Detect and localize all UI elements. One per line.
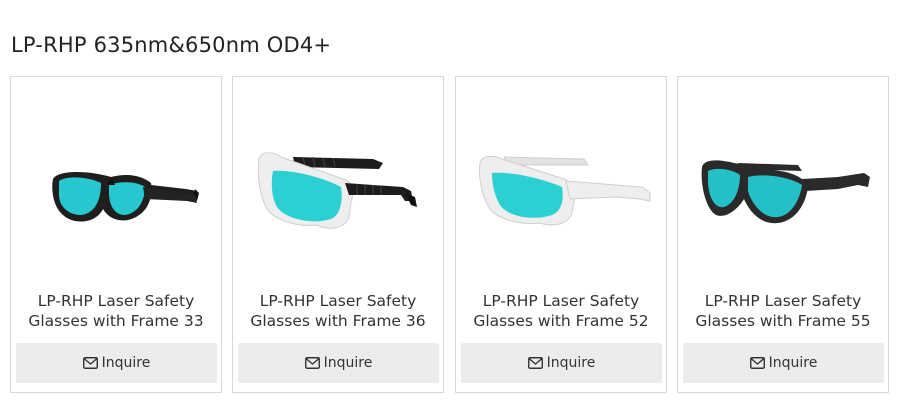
safety-glasses-image	[52, 172, 199, 222]
inquire-button[interactable]: Inquire	[683, 343, 884, 383]
inquire-button-label: Inquire	[323, 355, 373, 371]
product-image-link[interactable]	[233, 77, 443, 282]
inquire-button[interactable]: Inquire	[238, 343, 439, 383]
safety-glasses-image	[257, 152, 417, 229]
envelope-icon	[527, 357, 543, 369]
inquire-button[interactable]: Inquire	[16, 343, 217, 383]
product-name[interactable]: LP-RHP Laser Safety Glasses with Frame 3…	[17, 291, 215, 331]
product-card: LP-RHP Laser Safety Glasses with Frame 3…	[232, 76, 444, 393]
product-image-link[interactable]	[678, 77, 888, 282]
section-title: LP-RHP 635nm&650nm OD4+	[11, 33, 332, 57]
product-name[interactable]: LP-RHP Laser Safety Glasses with Frame 3…	[239, 291, 437, 331]
product-name[interactable]: LP-RHP Laser Safety Glasses with Frame 5…	[684, 291, 882, 331]
inquire-button[interactable]: Inquire	[461, 343, 662, 383]
product-card: LP-RHP Laser Safety Glasses with Frame 5…	[677, 76, 889, 393]
inquire-button-label: Inquire	[768, 355, 818, 371]
product-image-link[interactable]	[456, 77, 666, 282]
product-name[interactable]: LP-RHP Laser Safety Glasses with Frame 5…	[462, 291, 660, 331]
inquire-button-label: Inquire	[546, 355, 596, 371]
safety-glasses-image	[479, 155, 651, 226]
product-card: LP-RHP Laser Safety Glasses with Frame 5…	[455, 76, 667, 393]
product-card: LP-RHP Laser Safety Glasses with Frame 3…	[10, 76, 222, 393]
safety-glasses-image	[701, 160, 870, 224]
inquire-button-label: Inquire	[101, 355, 151, 371]
envelope-icon	[304, 357, 320, 369]
product-image-link[interactable]	[11, 77, 221, 282]
envelope-icon	[82, 357, 98, 369]
envelope-icon	[749, 357, 765, 369]
